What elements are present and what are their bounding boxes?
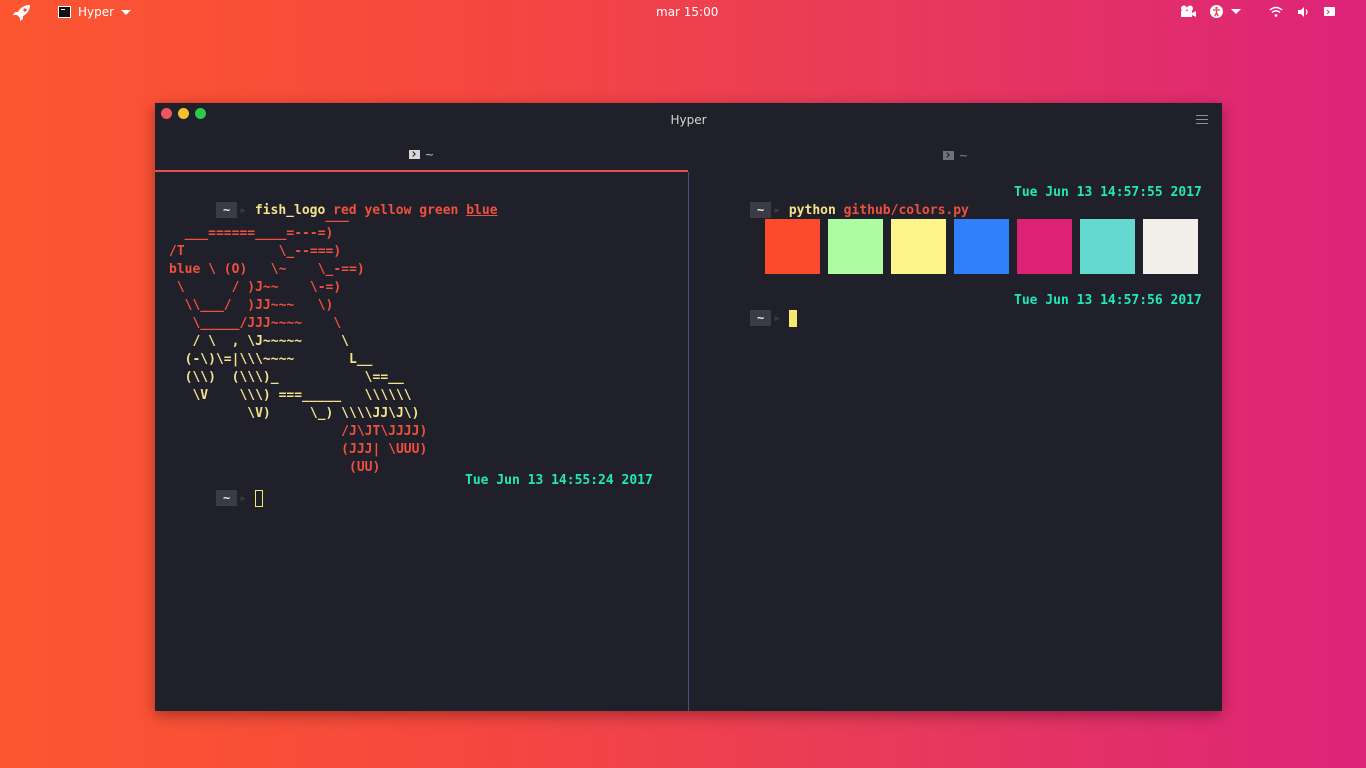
- logo-line: /T \_--===): [169, 244, 342, 259]
- prompt-line: ~ ▸: [703, 292, 797, 327]
- volume-icon[interactable]: [1297, 6, 1310, 18]
- command-name: python: [788, 203, 836, 218]
- color-swatch: [828, 219, 883, 274]
- logo-line: \ / )J~~ \-=): [169, 280, 342, 295]
- app-menu-label: Hyper: [78, 5, 115, 19]
- prompt-dir-badge: ~: [749, 202, 772, 218]
- prompt-arrow-icon: ▸: [239, 491, 248, 506]
- color-swatch: [1080, 219, 1135, 274]
- logo-line: (\\) (\\\)_ \==__: [169, 370, 404, 385]
- logo-line: \_____/JJJ~~~~ \: [169, 316, 342, 331]
- accessibility-icon: [1210, 5, 1223, 18]
- logo-line: /J\JT\JJJJ): [169, 424, 428, 439]
- tab-bar: ~ ~: [155, 139, 1222, 172]
- tab-left[interactable]: ~: [155, 139, 688, 172]
- window-title: Hyper: [670, 113, 707, 127]
- prompt-line: ~ ▸ fish_logo red yellow green blue: [169, 184, 498, 218]
- logo-line: \V) \_) \\\\JJ\J\): [169, 406, 420, 421]
- command-arg: github/colors.py: [843, 203, 969, 218]
- accessibility-menu[interactable]: [1210, 5, 1241, 18]
- logo-line: blue \ (O) \~ \_-==): [169, 262, 365, 277]
- prompt-dir-badge: ~: [215, 490, 238, 506]
- prompt-timestamp: Tue Jun 13 14:55:24 2017: [465, 473, 653, 488]
- title-bar[interactable]: Hyper: [155, 103, 1222, 139]
- color-swatch: [1017, 219, 1072, 274]
- terminal-pane-left[interactable]: ~ ▸ fish_logo red yellow green blue ___ _…: [155, 172, 688, 711]
- color-swatch: [954, 219, 1009, 274]
- wifi-icon[interactable]: [1269, 6, 1283, 17]
- app-menu[interactable]: Hyper: [58, 5, 132, 19]
- color-swatches: [765, 219, 1198, 274]
- terminal-icon: [58, 6, 71, 18]
- chevron-down-icon: [121, 9, 132, 15]
- prompt-timestamp: Tue Jun 13 14:57:55 2017: [1014, 185, 1202, 200]
- prompt-arrow-icon: ▸: [773, 311, 782, 326]
- top-panel: Hyper mar 15:00: [0, 0, 1366, 26]
- terminal-cursor: [788, 310, 797, 327]
- hyper-window: Hyper ~ ~ ~ ▸ fish_logo red yellow green …: [155, 103, 1222, 711]
- terminal-pane-right[interactable]: ~ ▸ python github/colors.py Tue Jun 13 14…: [689, 172, 1222, 711]
- fish-logo: ___ ___======____=---=) /T \_--===) blue…: [169, 207, 427, 477]
- hamburger-menu-icon[interactable]: [1196, 115, 1208, 125]
- logo-line: / \ , \J~~~~~ \: [169, 334, 350, 349]
- logo-line: ___======____=---=): [169, 226, 334, 241]
- rocket-icon[interactable]: [12, 4, 32, 22]
- system-tray[interactable]: [1180, 5, 1336, 18]
- tab-right[interactable]: ~: [689, 139, 1222, 172]
- camera-icon[interactable]: [1180, 5, 1196, 18]
- color-swatch: [765, 219, 820, 274]
- tab-label: ~: [958, 149, 969, 162]
- logo-line: \V \\\) ===_____ \\\\\\: [169, 388, 412, 403]
- terminal-icon: [942, 151, 954, 160]
- prompt-line: ~ ▸ python github/colors.py: [703, 184, 969, 218]
- logo-line: ___: [169, 208, 350, 223]
- command-arg: blue: [466, 203, 498, 218]
- color-swatch: [891, 219, 946, 274]
- clock[interactable]: mar 15:00: [656, 5, 718, 19]
- logo-line: (-\)\=|\\\~~~~ L__: [169, 352, 373, 367]
- chevron-down-icon: [1231, 9, 1241, 14]
- terminal-icon: [408, 150, 420, 159]
- tab-label: ~: [424, 148, 435, 161]
- terminal-cursor: [254, 490, 263, 507]
- prompt-dir-badge: ~: [749, 310, 772, 326]
- prompt-timestamp: Tue Jun 13 14:57:56 2017: [1014, 293, 1202, 308]
- prompt-arrow-icon: ▸: [773, 203, 782, 218]
- battery-icon[interactable]: [1324, 7, 1336, 16]
- logo-line: \\___/ )JJ~~~ \): [169, 298, 334, 313]
- color-swatch: [1143, 219, 1198, 274]
- prompt-line: ~ ▸: [169, 472, 263, 507]
- logo-line: (JJJ| \UUU): [169, 442, 428, 457]
